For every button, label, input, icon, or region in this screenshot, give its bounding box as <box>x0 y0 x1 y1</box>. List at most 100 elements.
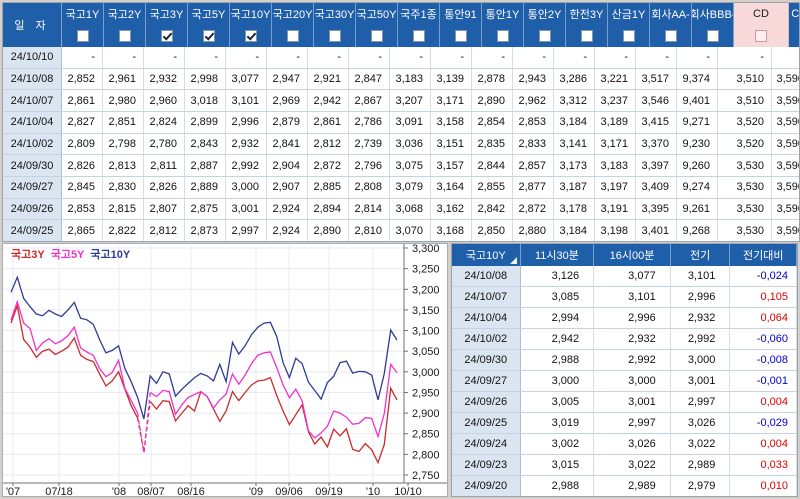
rate-cell: 3,178 <box>554 198 595 220</box>
column-header[interactable]: 국고2Y <box>104 3 146 47</box>
rate-cell: 3,168 <box>431 220 472 241</box>
rate-cell: 2,796 <box>349 155 390 177</box>
column-header[interactable]: 국고30Y <box>314 3 356 47</box>
column-header-label: 국고1Y <box>65 9 100 21</box>
column-header[interactable]: 한전3Y <box>566 3 608 47</box>
column-header[interactable]: 국고10Y <box>230 3 272 47</box>
rate-cell: 3,191 <box>595 198 636 220</box>
column-checkbox[interactable] <box>328 30 341 42</box>
rate-cell: 2,873 <box>185 220 226 241</box>
rate-cell: 3,546 <box>636 90 677 112</box>
main-rates-table: 일 자 국고1Y 국고2Y 국고3Y 국고5Y 국고10Y 국고20Y 국고30Y 국고50Y… <box>2 2 800 242</box>
column-checkbox-row <box>272 25 313 47</box>
rate-cell: 2,812 <box>144 220 185 241</box>
rate-cell: 2,851 <box>103 112 144 133</box>
column-checkbox[interactable] <box>454 30 467 42</box>
rate-cell: 2,889 <box>185 177 226 198</box>
column-checkbox[interactable] <box>412 30 425 42</box>
column-checkbox[interactable] <box>286 30 299 42</box>
table-row: 24/10/10------------------ <box>3 47 799 69</box>
detail-value-cell: 3,022 <box>594 455 671 475</box>
column-header[interactable]: 국주1종 <box>398 3 440 47</box>
column-checkbox[interactable] <box>76 30 89 42</box>
table-row: 24/10/07 2,861 2,980 2,960 3,018 3,101 2,969 2,… <box>3 90 799 113</box>
column-checkbox[interactable] <box>755 30 767 42</box>
rate-cell: 2,808 <box>349 177 390 198</box>
rate-cell: 3,286 <box>554 68 595 90</box>
diff-cell: 0,004 <box>730 392 797 412</box>
column-checkbox[interactable] <box>580 30 593 42</box>
rate-cell: 2,844 <box>472 155 513 177</box>
detail-value-cell: 3,101 <box>671 266 731 286</box>
column-header[interactable]: 회사BBB- <box>692 3 734 47</box>
rate-cell: 2,885 <box>308 177 349 198</box>
column-header[interactable]: 통안2Y <box>524 3 566 47</box>
rate-cell: 3,590 <box>772 112 799 133</box>
date-cell: 24/10/08 <box>3 68 62 90</box>
column-header[interactable]: 통안1Y <box>482 3 524 47</box>
diff-cell: 0,033 <box>730 455 797 475</box>
rate-cell: 2,826 <box>144 177 185 198</box>
rate-cell: 2,880 <box>513 220 554 241</box>
y-axis-tick-label: 3,250 <box>412 264 440 276</box>
rate-cell: 3,171 <box>431 90 472 112</box>
diff-cell: -0,024 <box>730 266 797 286</box>
rate-cell: - <box>62 47 103 68</box>
detail-date-cell: 24/09/23 <box>452 455 521 475</box>
column-checkbox[interactable] <box>370 30 383 42</box>
rate-cell: 2,815 <box>103 198 144 220</box>
column-checkbox[interactable] <box>622 30 635 42</box>
column-checkbox[interactable] <box>202 30 215 42</box>
column-checkbox[interactable] <box>160 30 173 42</box>
column-header-label: 통안91 <box>444 9 477 21</box>
rate-cell: 2,904 <box>267 155 308 177</box>
rate-cell: 3,590 <box>772 90 799 111</box>
rate-cell: 3,590 <box>772 177 799 198</box>
column-header[interactable]: 국고1Y <box>62 3 104 47</box>
detail-column-header[interactable]: 국고10Y <box>452 244 521 266</box>
detail-column-header[interactable]: 전기대비 <box>730 244 797 266</box>
rate-cell: 2,810 <box>349 220 390 241</box>
detail-column-header[interactable]: 전기 <box>671 244 731 266</box>
rate-cell: - <box>472 47 513 68</box>
column-header[interactable]: 국고20Y <box>272 3 314 47</box>
column-header[interactable]: 산금1Y <box>608 3 650 47</box>
rate-cell: 2,890 <box>308 220 349 241</box>
column-header[interactable]: CD <box>734 3 789 47</box>
rate-cell: 3,068 <box>390 198 431 220</box>
rate-cell: 3,510 <box>718 90 772 112</box>
detail-column-header[interactable]: 16시00분 <box>594 244 671 266</box>
detail-column-header[interactable]: 11시30분 <box>521 244 595 266</box>
rate-cell: 2,894 <box>308 198 349 220</box>
rate-cell: 3,397 <box>636 155 677 177</box>
column-checkbox[interactable] <box>496 30 509 42</box>
main-table-body: 24/10/10------------------24/10/082,8522… <box>3 47 799 241</box>
column-header-label: 국고30Y <box>314 9 355 21</box>
column-checkbox[interactable] <box>118 30 131 42</box>
detail-date-cell: 24/10/08 <box>452 266 521 286</box>
column-header-label: 국고3Y <box>149 9 184 21</box>
detail-table: 국고10Y 11시30분 16시00분 전기 전기대비 24/10/08 3,126 3,0… <box>451 243 798 497</box>
detail-value-cell: 3,015 <box>521 455 595 475</box>
rate-cell: 3,530 <box>718 198 772 220</box>
rate-cell: 2,947 <box>267 68 308 90</box>
column-checkbox[interactable] <box>664 30 677 42</box>
rate-cell: 3,198 <box>595 220 636 241</box>
column-header[interactable]: 통안91 <box>440 3 482 47</box>
column-checkbox[interactable] <box>706 30 719 42</box>
column-header[interactable]: 국고3Y <box>146 3 188 47</box>
column-checkbox[interactable] <box>244 30 257 42</box>
column-header[interactable]: 국고5Y <box>188 3 230 47</box>
rate-cell: 3,530 <box>718 177 772 198</box>
column-header[interactable]: 회사AA- <box>650 3 692 47</box>
column-header[interactable]: CP91D <box>789 3 799 47</box>
x-axis-tick-label: 09/06 <box>275 486 303 496</box>
rate-cell: 2,960 <box>144 90 185 112</box>
rate-cell: 3,157 <box>431 155 472 177</box>
column-checkbox[interactable] <box>538 30 551 42</box>
rate-cell: 2,811 <box>144 155 185 177</box>
column-header[interactable]: 국고50Y <box>356 3 398 47</box>
column-header-label: 회사BBB- <box>692 9 733 21</box>
rate-cell: 2,887 <box>185 155 226 177</box>
x-axis-tick-label: 08/07 <box>137 486 165 496</box>
